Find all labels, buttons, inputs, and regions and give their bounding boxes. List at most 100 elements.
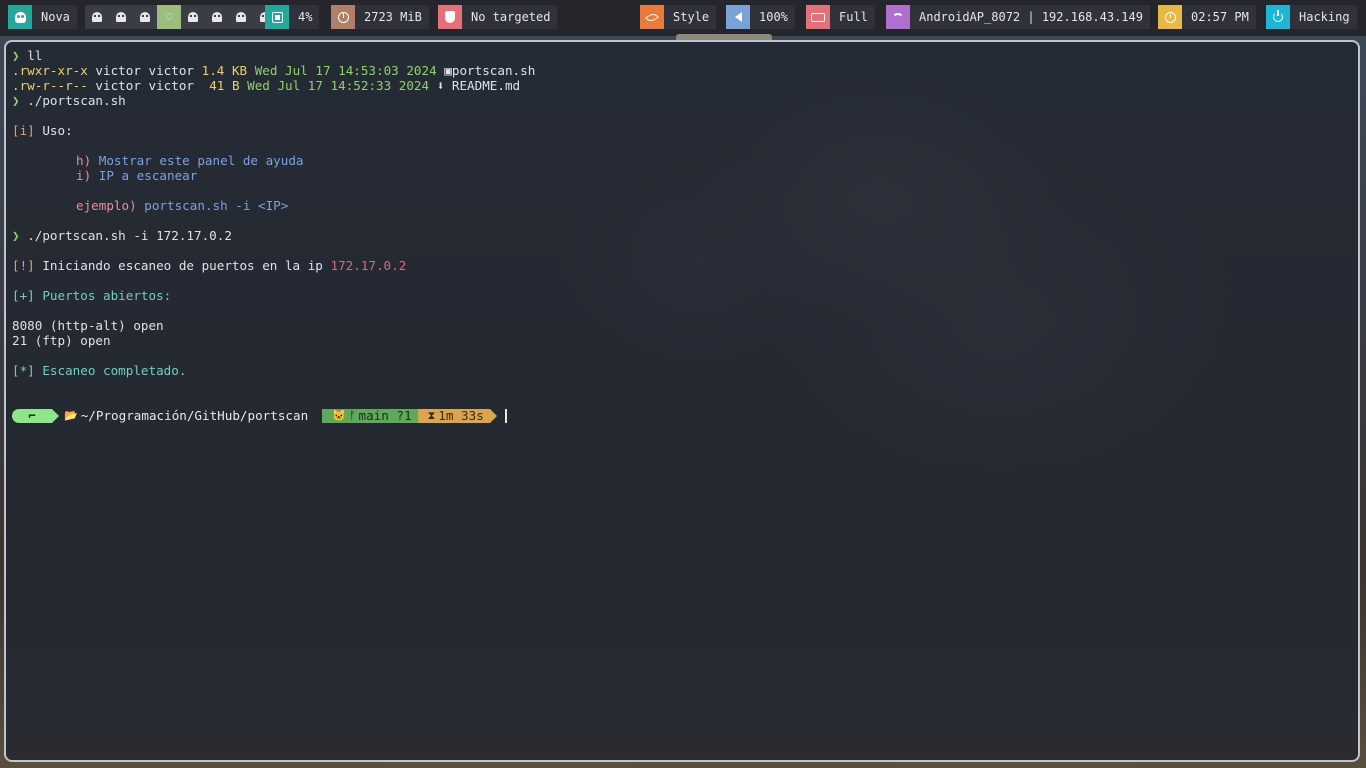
- file-perms: .rwxr-xr-x: [12, 63, 88, 78]
- ghost-icon: [140, 12, 150, 22]
- memory-module[interactable]: 2723 MiB: [331, 5, 429, 29]
- cpu-chip-icon: [265, 5, 289, 29]
- workspace-4-active[interactable]: ♡: [157, 5, 181, 29]
- distro-logo-icon: ⌐: [12, 408, 59, 423]
- workspace-2[interactable]: [109, 5, 133, 29]
- power-icon: [1266, 5, 1290, 29]
- open-ports-header: [+] Puertos abiertos:: [12, 288, 171, 303]
- mode-module[interactable]: Hacking: [1266, 5, 1357, 29]
- speaker-icon: [726, 5, 750, 29]
- leaf-icon: [640, 5, 664, 29]
- file-date: Wed Jul 17 14:52:33 2024: [247, 78, 430, 93]
- terminal-line-cmd2: ❯ ./portscan.sh: [12, 93, 126, 108]
- file-date: Wed Jul 17 14:53:03 2024: [254, 63, 437, 78]
- workspace-7[interactable]: [229, 5, 253, 29]
- target-tag-icon: [438, 5, 462, 29]
- example-command: portscan.sh -i <IP>: [144, 198, 289, 213]
- prompt-path: ~/Programación/GitHub/portscan: [80, 408, 309, 423]
- prompt-git-segment: 🐱 ᚠ main ?1: [322, 408, 425, 423]
- clock-icon: [1158, 5, 1182, 29]
- command-text: ./portscan.sh -i 172.17.0.2: [27, 228, 232, 243]
- file-user: victor: [95, 63, 141, 78]
- text-cursor[interactable]: [504, 408, 507, 423]
- file-group: victor: [148, 63, 195, 78]
- option-key: h): [76, 153, 92, 168]
- style-label: Style: [673, 10, 710, 24]
- scan-start-line: [!] Iniciando escaneo de puertos en la i…: [12, 258, 406, 273]
- shell-prompt[interactable]: ⌐ 📂 ~/Programación/GitHub/portscan 🐱 ᚠ main…: [12, 408, 507, 423]
- status-bar: Nova ♡ 4% 2723 MiB No targeted Style 100…: [0, 0, 1366, 36]
- ghost-icon: [92, 12, 102, 22]
- file-name: README.md: [451, 78, 521, 93]
- prompt-arrow-icon: ❯: [12, 228, 20, 243]
- hourglass-icon: ⧗: [427, 409, 436, 422]
- prompt-path-segment: 📂 ~/Programación/GitHub/portscan: [52, 408, 326, 423]
- ghost-icon: [236, 12, 246, 22]
- prompt-arrow-icon: ❯: [12, 48, 20, 63]
- scan-start-text: Iniciando escaneo de puertos en la ip: [42, 258, 323, 273]
- plus-tag: [+]: [12, 288, 35, 303]
- scan-target-ip: 172.17.0.2: [330, 258, 407, 273]
- file-group: victor: [148, 78, 195, 93]
- cpu-module[interactable]: 4%: [265, 5, 320, 29]
- file-size: 1.4 KB: [201, 63, 248, 78]
- battery-value: Full: [839, 10, 868, 24]
- help-option-i: i) IP a escanear: [76, 168, 197, 183]
- option-key: i): [76, 168, 92, 183]
- wifi-icon: [886, 5, 910, 29]
- prompt-duration-segment: ⧗ 1m 33s: [417, 408, 498, 423]
- option-text: IP a escanear: [98, 168, 198, 183]
- port-line: 8080 (http-alt) open: [12, 318, 164, 333]
- target-module[interactable]: No targeted: [438, 5, 558, 29]
- github-cat-icon: 🐱: [332, 409, 346, 422]
- workspace-3[interactable]: [133, 5, 157, 29]
- file-user: victor: [95, 78, 141, 93]
- command-duration: 1m 33s: [438, 408, 484, 423]
- memory-pie-icon: [331, 5, 355, 29]
- shell-script-icon: ▣: [444, 63, 452, 78]
- style-module[interactable]: Style: [640, 5, 717, 29]
- prompt-arrow-icon: ❯: [12, 93, 20, 108]
- info-tag: [i]: [12, 123, 35, 138]
- target-value: No targeted: [471, 10, 551, 24]
- terminal-window[interactable]: ❯ ll .rwxr-xr-x victor victor 1.4 KB Wed…: [4, 40, 1360, 762]
- cpu-value: 4%: [298, 10, 313, 24]
- help-example: ejemplo) portscan.sh -i <IP>: [76, 198, 288, 213]
- option-text: Mostrar este panel de ayuda: [98, 153, 304, 168]
- scan-done-line: [*] Escaneo completado.: [12, 363, 186, 378]
- workspace-6[interactable]: [205, 5, 229, 29]
- volume-module[interactable]: 100%: [726, 5, 795, 29]
- git-branch-icon: ᚠ: [348, 409, 356, 422]
- terminal-line-cmd3: ❯ ./portscan.sh -i 172.17.0.2: [12, 228, 232, 243]
- usage-label: Uso:: [42, 123, 73, 138]
- ghost-icon: [188, 12, 198, 22]
- port-entry: 21 (ftp) open: [12, 333, 111, 348]
- os-launcher[interactable]: Nova: [8, 5, 77, 29]
- command-text: ./portscan.sh: [27, 93, 126, 108]
- star-tag: [*]: [12, 363, 35, 378]
- workspace-switcher: ♡: [85, 5, 277, 29]
- open-ports-label: Puertos abiertos:: [42, 288, 172, 303]
- scan-done-text: Escaneo completado.: [42, 363, 187, 378]
- markdown-icon: ⬇: [436, 78, 445, 93]
- os-label: Nova: [41, 10, 70, 24]
- network-value: AndroidAP_8072 | 192.168.43.149: [919, 10, 1143, 24]
- file-name: portscan.sh: [451, 63, 536, 78]
- battery-icon: [806, 5, 830, 29]
- battery-module[interactable]: Full: [806, 5, 875, 29]
- file-row: .rw-r--r-- victor victor 41 B Wed Jul 17…: [12, 78, 520, 93]
- file-size: 41 B: [201, 78, 240, 93]
- clock-module[interactable]: 02:57 PM: [1158, 5, 1256, 29]
- file-row: .rwxr-xr-x victor victor 1.4 KB Wed Jul …: [12, 63, 535, 78]
- ghost-icon: [212, 12, 222, 22]
- volume-value: 100%: [759, 10, 788, 24]
- workspace-5[interactable]: [181, 5, 205, 29]
- help-option-h: h) Mostrar este panel de ayuda: [76, 153, 303, 168]
- network-module[interactable]: AndroidAP_8072 | 192.168.43.149: [886, 5, 1150, 29]
- port-entry: 8080 (http-alt) open: [12, 318, 164, 333]
- mode-value: Hacking: [1299, 10, 1350, 24]
- workspace-1[interactable]: [85, 5, 109, 29]
- git-branch-status: main ?1: [358, 408, 412, 423]
- help-usage-line: [i] Uso:: [12, 123, 73, 138]
- terminal-line-cmd1: ❯ ll: [12, 48, 42, 63]
